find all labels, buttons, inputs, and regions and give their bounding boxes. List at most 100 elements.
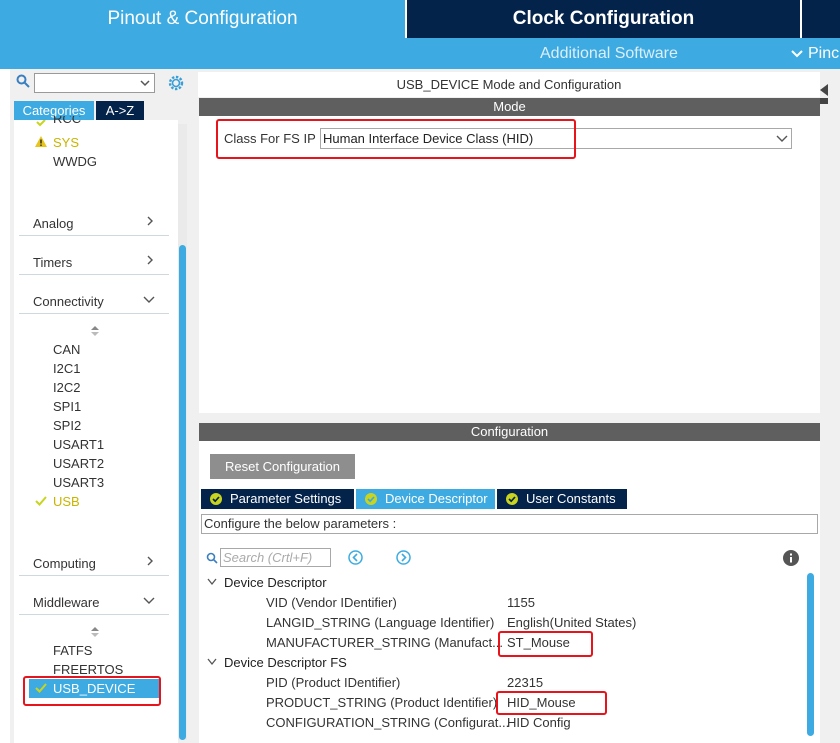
highlight-box — [216, 119, 576, 159]
reset-configuration-button[interactable]: Reset Configuration — [210, 454, 355, 479]
category-timers[interactable]: Timers — [19, 250, 169, 275]
next-icon[interactable] — [396, 550, 411, 565]
category-label: Middleware — [33, 595, 100, 610]
list-item-label: FREERTOS — [53, 662, 124, 677]
param-value[interactable]: HID Config — [507, 715, 571, 730]
list-item-usart3[interactable]: USART3 — [53, 475, 104, 490]
list-item-rcc[interactable]: RCC — [53, 116, 81, 128]
list-item-spi1[interactable]: SPI1 — [53, 399, 81, 414]
tab-pinout-label: Pinout & Configuration — [107, 8, 298, 29]
list-item-label: WWDG — [53, 154, 98, 169]
previous-icon[interactable] — [348, 550, 363, 565]
chevron-down-icon[interactable] — [207, 658, 217, 666]
tab-pinout-configuration[interactable]: Pinout & Configuration — [0, 0, 405, 38]
check-circle-icon — [506, 493, 518, 505]
list-item-can[interactable]: CAN — [53, 342, 80, 357]
tree-group-device-descriptor[interactable]: Device Descriptor — [224, 575, 327, 590]
highlight-box — [23, 676, 161, 706]
list-item-label: I2C2 — [53, 380, 81, 395]
info-icon[interactable] — [783, 550, 799, 566]
scrollbar-thumb[interactable] — [807, 573, 814, 736]
param-name[interactable]: MANUFACTURER_STRING (Manufact... — [266, 635, 503, 650]
param-name[interactable]: CONFIGURATION_STRING (Configurat... — [266, 715, 509, 730]
list-item-label: USART2 — [53, 456, 105, 471]
list-item-i2c2[interactable]: I2C2 — [53, 380, 80, 395]
category-computing[interactable]: Computing — [19, 551, 169, 576]
list-item-usb[interactable]: USB — [53, 494, 80, 509]
list-item-label: I2C1 — [53, 361, 81, 376]
param-value[interactable]: 22315 — [507, 675, 543, 690]
tab-label: Device Descriptor — [385, 491, 488, 506]
list-item-spi2[interactable]: SPI2 — [53, 418, 81, 433]
parameter-search-input[interactable]: Search (Crtl+F) — [220, 548, 331, 567]
list-item-usart1[interactable]: USART1 — [53, 437, 104, 452]
scrollbar-thumb[interactable] — [179, 245, 186, 740]
category-analog[interactable]: Analog — [19, 211, 169, 236]
list-item-label: RCC — [53, 116, 82, 126]
check-icon — [36, 120, 46, 127]
chevron-right-icon — [147, 556, 153, 566]
category-middleware[interactable]: Middleware — [19, 590, 169, 615]
configuration-section-title: Configuration — [199, 423, 820, 441]
collapse-arrow-icon[interactable] — [820, 84, 828, 104]
tree-group-device-descriptor-fs[interactable]: Device Descriptor FS — [224, 655, 347, 670]
category-connectivity[interactable]: Connectivity — [19, 289, 169, 314]
tab-device-descriptor[interactable]: Device Descriptor — [356, 489, 495, 509]
tab-label: Parameter Settings — [230, 491, 342, 506]
list-item-label: FATFS — [53, 643, 93, 658]
chevron-down-icon[interactable] — [207, 578, 217, 586]
search-placeholder: Search (Crtl+F) — [223, 550, 313, 565]
list-item-label: SPI2 — [53, 418, 82, 433]
panel-title: USB_DEVICE Mode and Configuration — [198, 72, 820, 97]
sort-icon[interactable] — [91, 326, 99, 336]
param-name[interactable]: VID (Vendor IDentifier) — [266, 595, 397, 610]
tab-label: User Constants — [526, 491, 616, 506]
tab-user-constants[interactable]: User Constants — [497, 489, 627, 509]
check-icon — [35, 496, 47, 506]
list-item-label: USB — [53, 494, 80, 509]
tab-parameter-settings[interactable]: Parameter Settings — [201, 489, 354, 509]
mode-section-title: Mode — [199, 98, 820, 116]
list-item-label: SYS — [53, 135, 80, 150]
list-item-label: USART1 — [53, 437, 105, 452]
highlight-box — [498, 631, 593, 657]
param-name[interactable]: PRODUCT_STRING (Product Identifier) — [266, 695, 497, 710]
chevron-down-icon — [143, 597, 155, 604]
configure-description: Configure the below parameters : — [201, 514, 818, 534]
gear-icon[interactable] — [166, 73, 186, 93]
list-item-fatfs[interactable]: FATFS — [53, 643, 92, 658]
list-item-sys[interactable]: SYS — [53, 135, 79, 150]
tab-clock-configuration[interactable]: Clock Configuration — [407, 0, 800, 38]
list-item-usart2[interactable]: USART2 — [53, 456, 104, 471]
highlight-box — [496, 691, 607, 715]
tab-additional-software[interactable]: Additional Software — [540, 38, 678, 69]
tab-a-z[interactable]: A->Z — [96, 101, 144, 120]
chevron-down-icon — [143, 296, 155, 303]
param-value[interactable]: English(United States) — [507, 615, 636, 630]
list-item-freertos[interactable]: FREERTOS — [53, 662, 123, 677]
list-item-label: SPI1 — [53, 399, 82, 414]
param-name[interactable]: PID (Product IDentifier) — [266, 675, 400, 690]
check-circle-icon — [365, 493, 377, 505]
category-label: Computing — [33, 556, 96, 571]
param-name[interactable]: LANGID_STRING (Language Identifier) — [266, 615, 494, 630]
check-circle-icon — [210, 493, 222, 505]
chevron-down-icon[interactable] — [139, 77, 151, 89]
list-item-label: USART3 — [53, 475, 105, 490]
list-item-wwdg[interactable]: WWDG — [53, 154, 97, 169]
tab-pinout-view[interactable]: Pinc — [790, 38, 839, 69]
sub-header-bar — [0, 38, 840, 69]
sort-icon[interactable] — [91, 627, 99, 637]
category-label: Timers — [33, 255, 73, 270]
chevron-down-icon — [776, 135, 788, 142]
mode-area — [199, 116, 820, 413]
list-item-i2c1[interactable]: I2C1 — [53, 361, 80, 376]
list-item-label: CAN — [53, 342, 81, 357]
chevron-right-icon — [147, 255, 153, 265]
chevron-right-icon — [147, 216, 153, 226]
chevron-down-icon — [791, 50, 803, 58]
component-search-input[interactable] — [34, 73, 155, 93]
search-icon — [16, 74, 30, 88]
tab-overflow[interactable] — [802, 0, 840, 38]
param-value[interactable]: 1155 — [507, 595, 535, 610]
